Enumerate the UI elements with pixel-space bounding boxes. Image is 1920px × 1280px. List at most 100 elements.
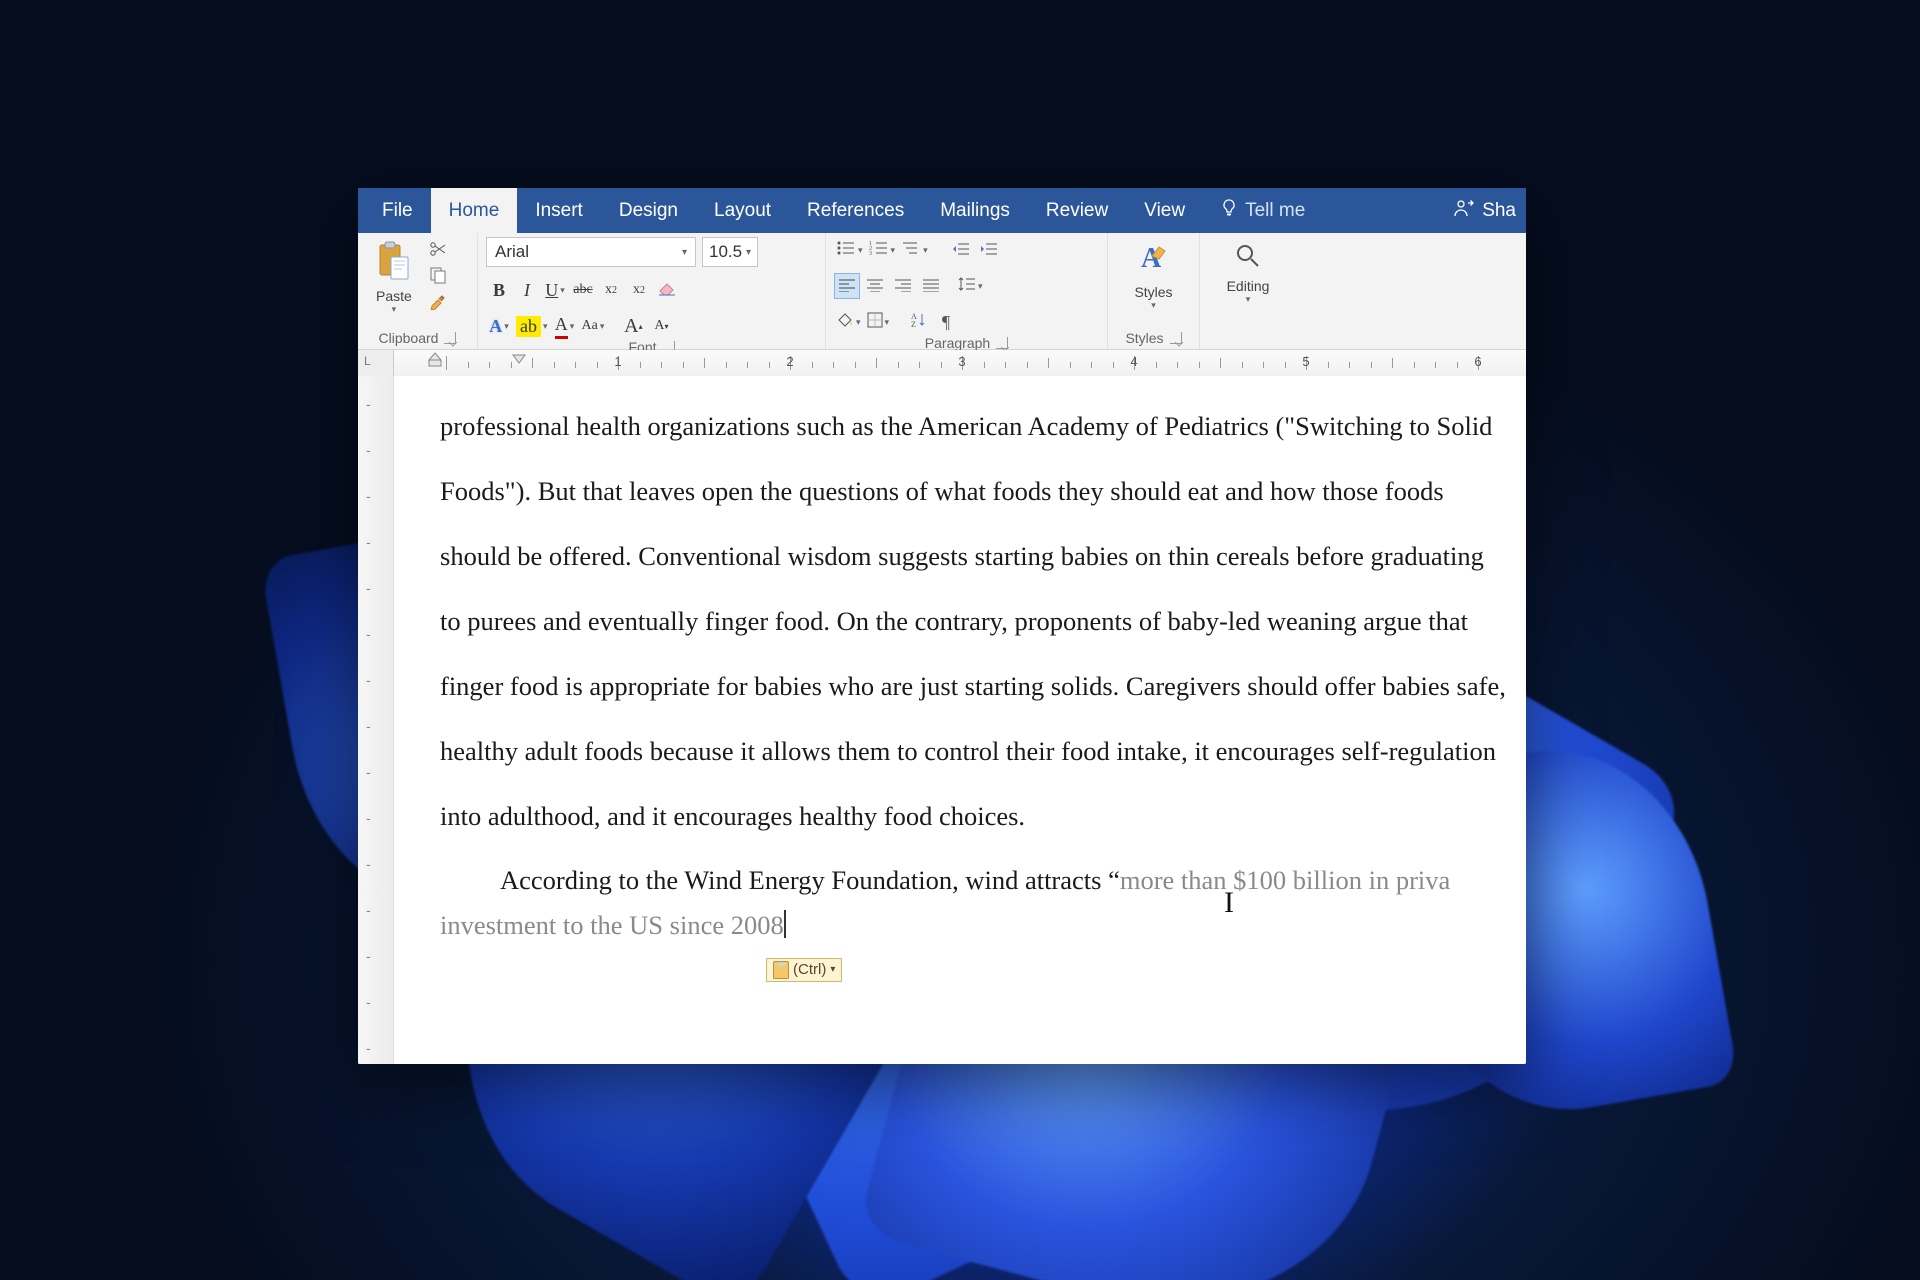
font-size-select[interactable]: 10.5▾ — [702, 237, 758, 267]
font-name-value: Arial — [495, 242, 529, 262]
tell-me-label: Tell me — [1245, 200, 1305, 222]
underline-button[interactable]: U▾ — [542, 277, 568, 303]
para2-pasted-text: more than $100 billion in priva — [1120, 865, 1450, 895]
vertical-ruler[interactable]: ---------------- — [358, 376, 394, 1064]
bold-button[interactable]: B — [486, 277, 512, 303]
chevron-down-icon: ▾ — [570, 321, 575, 332]
paste-button[interactable]: Paste ▾ — [366, 237, 422, 319]
clear-formatting-button[interactable] — [654, 277, 680, 303]
copy-icon — [429, 266, 447, 289]
chevron-down-icon: ▾ — [1151, 300, 1156, 311]
chevron-down-icon: ▾ — [978, 281, 983, 292]
sort-button[interactable]: AZ — [905, 309, 931, 335]
chevron-down-icon: ▾ — [504, 321, 509, 332]
lightbulb-icon — [1221, 199, 1237, 223]
align-center-button[interactable] — [862, 273, 888, 299]
svg-text:Z: Z — [911, 320, 916, 328]
font-name-select[interactable]: Arial▾ — [486, 237, 696, 267]
justify-icon — [922, 276, 940, 297]
subscript-button[interactable]: x2 — [598, 277, 624, 303]
share-button[interactable]: Sha — [1436, 188, 1526, 233]
paragraph-dialog-launcher[interactable] — [996, 337, 1008, 349]
tab-layout[interactable]: Layout — [696, 188, 789, 233]
ruler-corner: L — [358, 350, 394, 376]
decrease-indent-button[interactable] — [948, 237, 974, 263]
left-indent-marker[interactable] — [428, 352, 442, 372]
chevron-down-icon: ▾ — [856, 317, 861, 328]
tab-view[interactable]: View — [1126, 188, 1203, 233]
tab-file[interactable]: File — [364, 188, 431, 233]
shrink-font-button[interactable]: A▾ — [648, 313, 674, 339]
styles-icon: A — [1137, 241, 1171, 282]
ribbon-tabs: File Home Insert Design Layout Reference… — [358, 188, 1526, 233]
superscript-button[interactable]: x2 — [626, 277, 652, 303]
tell-me[interactable]: Tell me — [1203, 188, 1323, 233]
group-styles: A Styles ▾ Styles — [1108, 233, 1200, 349]
justify-button[interactable] — [918, 273, 944, 299]
shading-button[interactable]: ▾ — [834, 309, 863, 335]
bullets-icon — [836, 240, 856, 261]
align-left-button[interactable] — [834, 273, 860, 299]
tab-mailings[interactable]: Mailings — [922, 188, 1028, 233]
grow-font-button[interactable]: A▴ — [620, 313, 646, 339]
editing-label: Editing — [1227, 278, 1270, 294]
horizontal-ruler[interactable]: L 123456 — [358, 350, 1526, 376]
first-line-indent-marker[interactable] — [512, 352, 526, 364]
clipboard-dialog-launcher[interactable] — [444, 332, 456, 344]
strikethrough-button[interactable]: abc — [570, 277, 596, 303]
paintbrush-icon — [429, 292, 447, 315]
chevron-down-icon: ▾ — [1246, 294, 1251, 305]
align-right-button[interactable] — [890, 273, 916, 299]
paste-options-button[interactable]: (Ctrl) ▾ — [766, 958, 842, 982]
numbering-button[interactable]: 123▾ — [867, 237, 898, 263]
line-spacing-icon — [958, 276, 976, 297]
chevron-down-icon: ▾ — [885, 317, 890, 328]
clipboard-paste-icon — [377, 241, 411, 286]
underline-label: U — [545, 280, 558, 301]
tab-review[interactable]: Review — [1028, 188, 1126, 233]
text-effects-button[interactable]: A▾ — [486, 313, 512, 339]
bullets-button[interactable]: ▾ — [834, 237, 865, 263]
eraser-icon — [657, 280, 677, 301]
share-label: Sha — [1482, 200, 1516, 222]
paint-bucket-icon — [836, 312, 854, 333]
align-left-icon — [838, 276, 856, 297]
increase-indent-button[interactable] — [976, 237, 1002, 263]
show-marks-button[interactable]: ¶ — [933, 309, 959, 335]
tab-references[interactable]: References — [789, 188, 922, 233]
svg-text:3: 3 — [869, 251, 872, 256]
document-page[interactable]: professional health organizations such a… — [394, 376, 1526, 1064]
case-label: Aa — [582, 318, 598, 334]
shrink-label: A — [654, 318, 664, 334]
format-painter-button[interactable] — [426, 293, 450, 313]
paste-label: Paste — [376, 288, 412, 304]
italic-button[interactable]: I — [514, 277, 540, 303]
chevron-down-icon: ▾ — [600, 321, 605, 332]
styles-dialog-launcher[interactable] — [1170, 332, 1182, 344]
cut-button[interactable] — [426, 241, 450, 261]
borders-button[interactable]: ▾ — [865, 309, 892, 335]
font-size-value: 10.5 — [709, 242, 742, 262]
font-color-button[interactable]: A▾ — [552, 313, 578, 339]
body-paragraph-1: professional health organizations such a… — [440, 394, 1506, 848]
highlight-button[interactable]: ab▾ — [514, 313, 550, 339]
tab-insert[interactable]: Insert — [517, 188, 601, 233]
word-window: File Home Insert Design Layout Reference… — [358, 188, 1526, 1064]
tab-home[interactable]: Home — [431, 188, 518, 233]
tab-design[interactable]: Design — [601, 188, 696, 233]
editing-button[interactable]: Editing ▾ — [1217, 237, 1280, 309]
chevron-down-icon: ▾ — [392, 304, 397, 315]
grow-label: A — [624, 315, 638, 338]
align-center-icon — [866, 276, 884, 297]
multilevel-list-button[interactable]: ▾ — [899, 237, 930, 263]
change-case-button[interactable]: Aa▾ — [580, 313, 607, 339]
styles-button[interactable]: A Styles ▾ — [1124, 237, 1182, 315]
copy-button[interactable] — [426, 267, 450, 287]
chevron-down-icon: ▾ — [891, 245, 896, 256]
line-spacing-button[interactable]: ▾ — [956, 273, 985, 299]
i-beam-cursor-icon: I — [1224, 866, 1234, 940]
person-share-icon — [1454, 199, 1474, 223]
styles-label: Styles — [1134, 284, 1172, 300]
group-paragraph-label: Paragraph — [925, 335, 990, 351]
indent-icon — [980, 240, 998, 261]
